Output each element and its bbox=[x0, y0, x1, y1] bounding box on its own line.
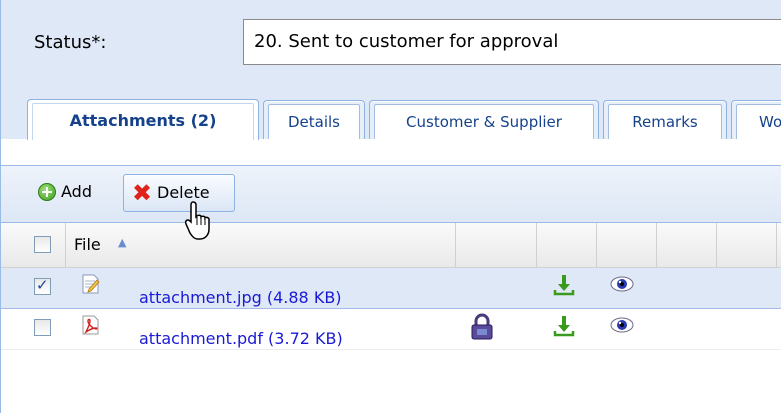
tab-strip bbox=[1, 139, 781, 166]
table-row[interactable]: attachment.jpg (4.88 KB) bbox=[1, 268, 781, 309]
lock-icon bbox=[471, 313, 493, 340]
add-button[interactable]: Add bbox=[31, 174, 113, 212]
tab-remarks[interactable]: Remarks bbox=[603, 100, 727, 139]
delete-button[interactable]: ✖ Delete bbox=[123, 174, 235, 212]
column-divider bbox=[656, 223, 657, 267]
column-divider bbox=[65, 223, 66, 267]
tab-bar: Attachments (2) Details Customer & Suppl… bbox=[1, 97, 781, 141]
column-divider bbox=[455, 223, 456, 267]
image-file-icon bbox=[82, 274, 100, 294]
status-field[interactable]: 20. Sent to customer for approval bbox=[243, 19, 781, 65]
tab-remarks-label: Remarks bbox=[632, 113, 698, 131]
tab-attachments-label: Attachments (2) bbox=[69, 111, 217, 130]
column-divider bbox=[536, 223, 537, 267]
column-divider bbox=[596, 223, 597, 267]
form-panel: Status*: 20. Sent to customer for approv… bbox=[0, 0, 781, 413]
row-checkbox[interactable] bbox=[34, 276, 51, 295]
view-icon[interactable] bbox=[610, 274, 634, 294]
column-divider bbox=[716, 223, 717, 267]
grid-header: File ▲ bbox=[1, 223, 781, 268]
pdf-file-icon bbox=[82, 315, 99, 335]
select-all-checkbox[interactable] bbox=[34, 236, 51, 253]
tab-details[interactable]: Details bbox=[263, 100, 365, 139]
add-icon bbox=[38, 183, 56, 201]
toolbar: Add ✖ Delete bbox=[1, 166, 781, 223]
table-row[interactable]: attachment.pdf (3.72 KB) bbox=[1, 309, 781, 350]
download-icon[interactable] bbox=[552, 314, 576, 338]
tab-wo-label: Wo bbox=[759, 113, 781, 131]
row-checkbox[interactable] bbox=[34, 319, 51, 336]
file-link[interactable]: attachment.jpg (4.88 KB) bbox=[139, 288, 342, 307]
sort-ascending-icon: ▲ bbox=[118, 236, 127, 249]
column-header-file[interactable]: File bbox=[74, 235, 101, 254]
tab-attachments[interactable]: Attachments (2) bbox=[27, 99, 259, 140]
hand-cursor-icon bbox=[184, 201, 210, 240]
tab-customer-supplier[interactable]: Customer & Supplier bbox=[369, 100, 599, 139]
delete-icon: ✖ bbox=[132, 179, 153, 207]
attachments-grid: File ▲ attachment.jpg (4.88 KB) bbox=[1, 223, 781, 413]
tab-customer-supplier-label: Customer & Supplier bbox=[406, 113, 562, 131]
tab-wo[interactable]: Wo bbox=[731, 100, 781, 139]
file-link[interactable]: attachment.pdf (3.72 KB) bbox=[139, 329, 343, 348]
view-icon[interactable] bbox=[610, 315, 634, 335]
download-icon[interactable] bbox=[552, 273, 576, 297]
tab-details-label: Details bbox=[287, 113, 340, 131]
column-divider bbox=[776, 223, 777, 267]
add-button-label: Add bbox=[61, 182, 92, 201]
status-label: Status*: bbox=[34, 32, 107, 53]
